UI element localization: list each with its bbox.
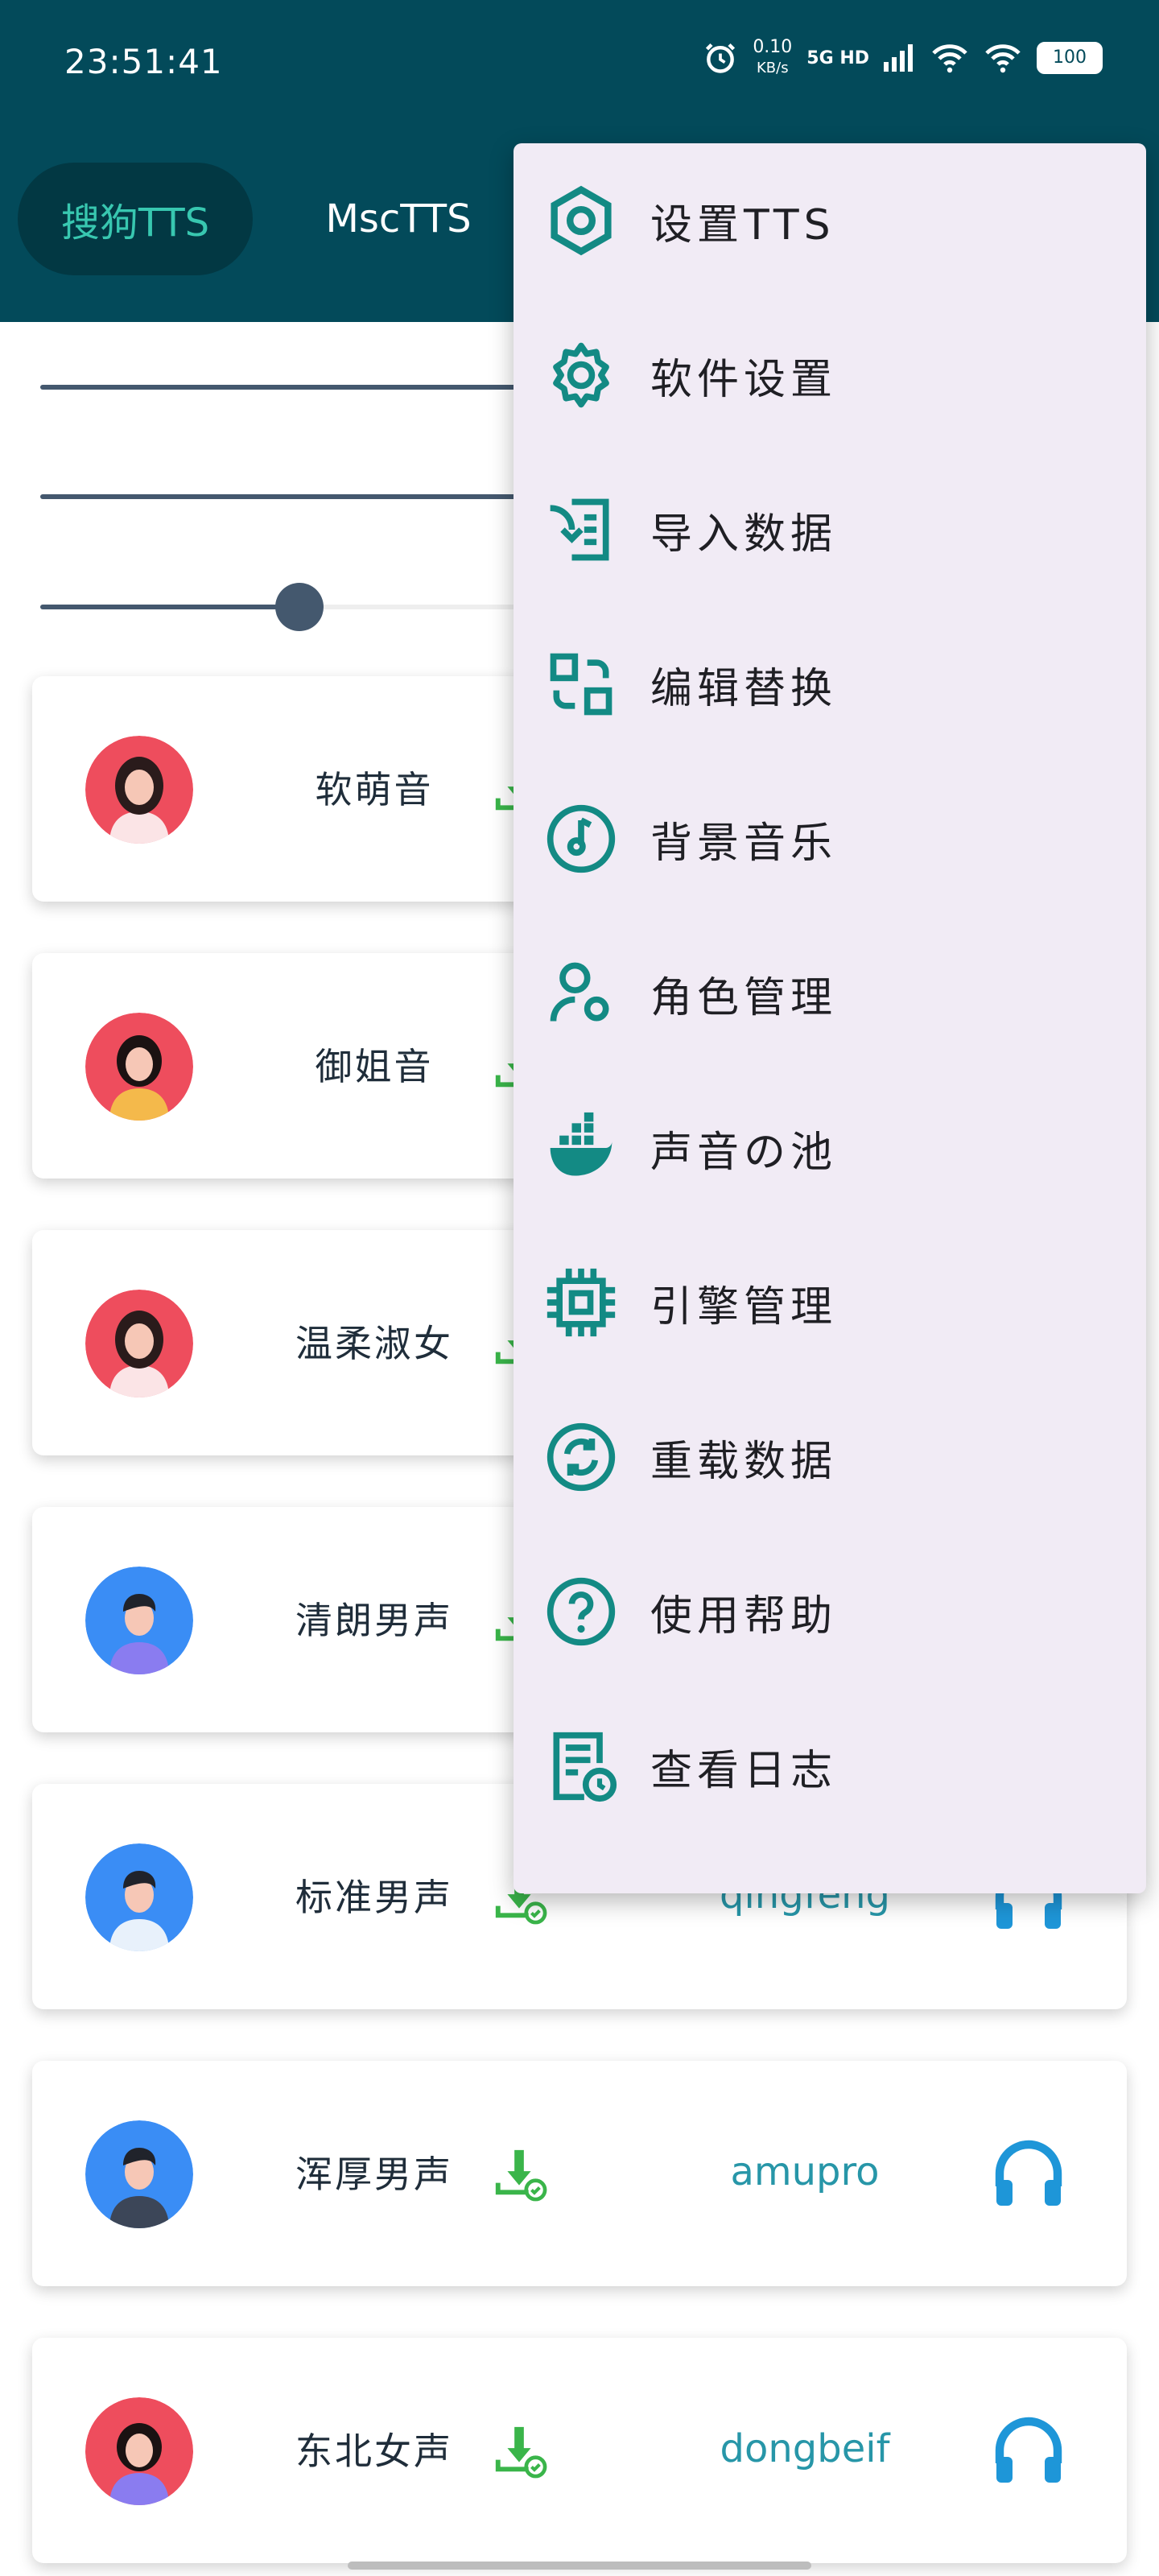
menu-item-help[interactable]: 使用帮助 — [514, 1534, 1146, 1689]
swap-edit-icon — [550, 653, 612, 716]
home-indicator[interactable] — [348, 2562, 811, 2570]
menu-item-label: 导入数据 — [650, 510, 838, 559]
slider-fill — [40, 494, 547, 499]
headphones-icon[interactable] — [990, 2412, 1067, 2489]
menu-item-label: 设置TTS — [650, 200, 835, 250]
help-icon — [547, 1577, 616, 1646]
download-icon[interactable] — [491, 2422, 547, 2479]
voice-card[interactable]: 东北女声 dongbeif — [32, 2338, 1127, 2563]
slider-thumb[interactable] — [274, 583, 324, 631]
status-time: 23:51:41 — [64, 42, 223, 81]
voice-name: 清朗男声 — [295, 1599, 453, 1642]
avatar — [85, 736, 193, 844]
net-speed-value: 0.10 — [753, 37, 793, 57]
menu-item-edit-replace[interactable]: 编辑替换 — [514, 607, 1146, 762]
wifi-icon — [985, 44, 1021, 73]
menu-item-label: 编辑替换 — [650, 664, 838, 713]
menu-item-view-logs[interactable]: 查看日志 — [514, 1689, 1146, 1843]
menu-item-voice-pool[interactable]: 声音の池 — [514, 1071, 1146, 1225]
overflow-menu: 设置TTS 软件设置 导入数据 编辑替换 背景音乐 角色管理 声音の池 引擎管理… — [514, 143, 1146, 1893]
voice-card[interactable]: 浑厚男声 amupro — [32, 2061, 1127, 2286]
menu-item-label: 重载数据 — [650, 1437, 838, 1486]
docker-whale-icon — [550, 1112, 612, 1176]
menu-item-background-music[interactable]: 背景音乐 — [514, 762, 1146, 916]
menu-item-label: 查看日志 — [650, 1746, 838, 1795]
voice-name: 东北女声 — [295, 2429, 453, 2473]
menu-item-role-management[interactable]: 角色管理 — [514, 916, 1146, 1071]
voice-name: 软萌音 — [315, 768, 434, 811]
wifi-plus-icon — [932, 44, 967, 73]
user-gear-icon — [550, 962, 609, 1022]
avatar — [85, 1013, 193, 1121]
voice-name: 温柔淑女 — [295, 1322, 453, 1365]
voice-name: 御姐音 — [315, 1045, 434, 1088]
slider-fill — [40, 385, 547, 390]
voice-name: 浑厚男声 — [295, 2153, 453, 2196]
menu-item-tts-settings[interactable]: 设置TTS — [514, 143, 1146, 298]
hexagon-settings-icon — [551, 185, 612, 256]
voice-code: amupro — [730, 2149, 880, 2194]
menu-item-engine-management[interactable]: 引擎管理 — [514, 1225, 1146, 1380]
avatar — [85, 2120, 193, 2228]
voice-code: dongbeif — [720, 2426, 890, 2471]
download-icon[interactable] — [491, 2145, 547, 2202]
menu-item-label: 引擎管理 — [650, 1282, 838, 1331]
tab-msc-tts[interactable]: MscTTS — [298, 163, 499, 275]
headphones-icon[interactable] — [990, 2135, 1067, 2212]
reload-icon — [547, 1422, 616, 1492]
signal-label: 5G HD — [806, 47, 869, 68]
status-icons: 0.10 KB/s 5G HD 100 — [703, 37, 1103, 79]
menu-item-label: 背景音乐 — [650, 819, 838, 868]
menu-item-label: 软件设置 — [650, 355, 838, 404]
menu-item-reload-data[interactable]: 重载数据 — [514, 1380, 1146, 1534]
log-clock-icon — [553, 1732, 617, 1802]
avatar — [85, 1843, 193, 1951]
menu-item-app-settings[interactable]: 软件设置 — [514, 298, 1146, 452]
chip-icon — [547, 1268, 616, 1337]
signal-bars-icon — [884, 44, 913, 72]
menu-item-label: 角色管理 — [650, 973, 838, 1022]
battery-indicator: 100 — [1037, 42, 1103, 74]
status-bar: 23:51:41 0.10 KB/s 5G HD 100 — [0, 0, 1159, 137]
avatar — [85, 2397, 193, 2505]
net-speed-unit: KB/s — [757, 60, 789, 76]
menu-item-label: 声音の池 — [650, 1128, 838, 1177]
import-icon — [550, 498, 609, 561]
gear-icon — [553, 342, 609, 408]
net-speed: 0.10 KB/s — [753, 37, 792, 79]
menu-item-label: 使用帮助 — [650, 1591, 838, 1641]
avatar — [85, 1567, 193, 1674]
tab-sogou-tts[interactable]: 搜狗TTS — [18, 163, 253, 275]
menu-item-import-data[interactable]: 导入数据 — [514, 452, 1146, 607]
voice-name: 标准男声 — [295, 1876, 453, 1919]
avatar — [85, 1290, 193, 1397]
alarm-icon — [706, 43, 736, 73]
music-disc-icon — [547, 804, 616, 873]
slider-fill — [40, 605, 299, 609]
